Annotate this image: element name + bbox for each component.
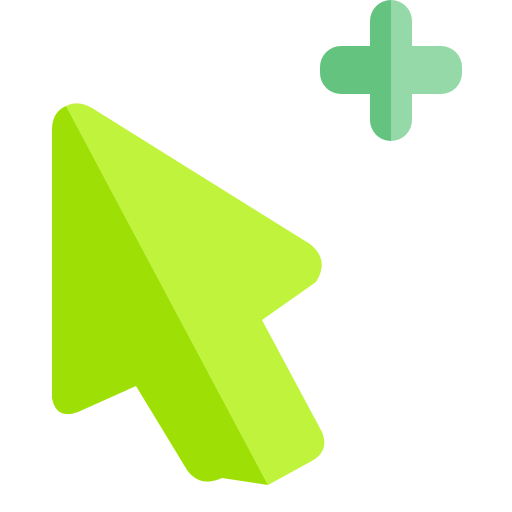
add-cursor-svg xyxy=(52,0,462,485)
plus-icon-left-half xyxy=(320,0,391,141)
plus-icon-right-half xyxy=(391,0,462,141)
plus-icon xyxy=(320,0,462,141)
cursor-arrow-icon xyxy=(52,103,325,485)
add-cursor-illustration xyxy=(0,0,512,512)
